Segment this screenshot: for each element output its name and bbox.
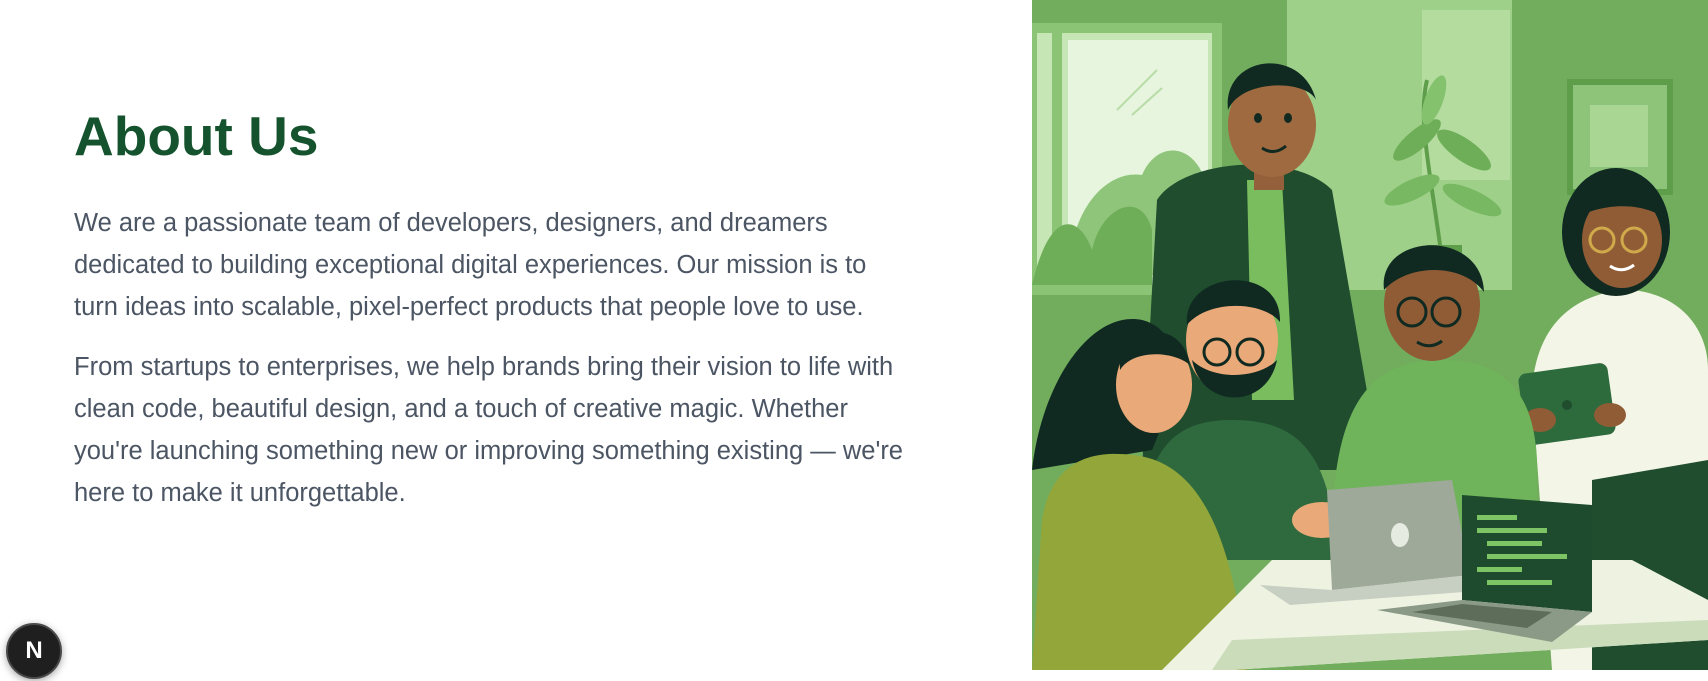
about-section: About Us We are a passionate team of dev… bbox=[74, 100, 904, 514]
about-paragraph-2: From startups to enterprises, we help br… bbox=[74, 353, 903, 507]
nextjs-logo-icon: N bbox=[25, 637, 43, 664]
nextjs-dev-badge[interactable]: N bbox=[6, 623, 62, 679]
about-page: About Us We are a passionate team of dev… bbox=[0, 0, 1708, 681]
about-paragraph-1: We are a passionate team of developers, … bbox=[74, 209, 867, 321]
team-illustration bbox=[1032, 0, 1708, 670]
page-title: About Us bbox=[74, 105, 319, 167]
